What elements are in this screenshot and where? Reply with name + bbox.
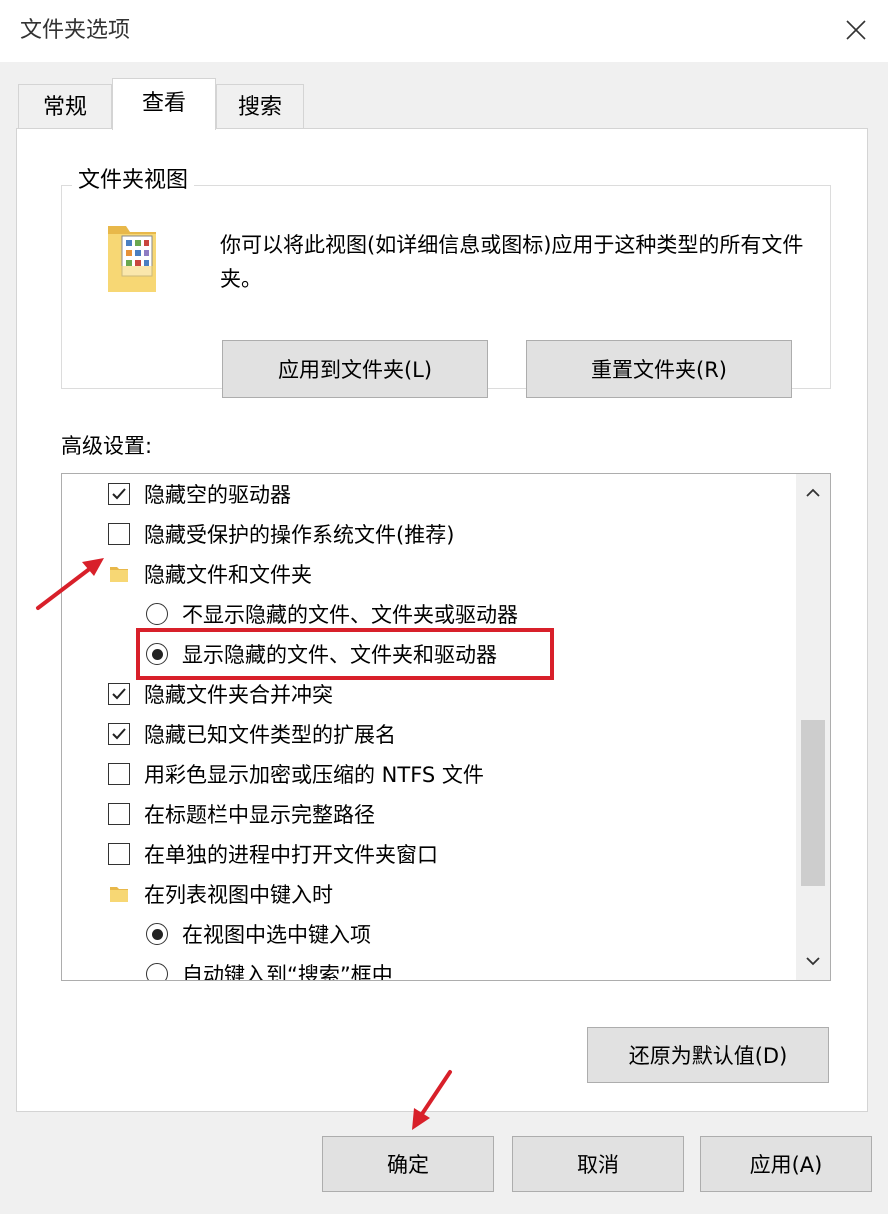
radio-unselected[interactable] xyxy=(146,963,168,980)
tree-item-label: 不显示隐藏的文件、文件夹或驱动器 xyxy=(182,603,518,627)
tab-search-label: 搜索 xyxy=(237,95,282,120)
checkbox-unchecked[interactable] xyxy=(108,523,130,545)
tree-item-label: 隐藏已知文件类型的扩展名 xyxy=(144,723,396,747)
annotation-highlight-box xyxy=(136,628,554,680)
tab-search[interactable]: 搜索 xyxy=(216,84,304,128)
tree-item-checkbox[interactable]: 隐藏已知文件类型的扩展名 xyxy=(108,714,396,754)
tab-view-label: 查看 xyxy=(141,91,186,116)
tree-item-label: 在列表视图中键入时 xyxy=(144,883,333,907)
tree-item-checkbox[interactable]: 用彩色显示加密或压缩的 NTFS 文件 xyxy=(108,754,484,794)
checkmark-icon xyxy=(112,488,126,500)
checkbox-checked[interactable] xyxy=(108,723,130,745)
folder-options-dialog: 文件夹选项 常规 查看 搜索 文件夹视图 你可以将此视图(如详细信息或图标)应用… xyxy=(0,0,888,1214)
tree-item-folder[interactable]: 在列表视图中键入时 xyxy=(108,874,333,914)
view-tab-panel: 文件夹视图 你可以将此视图(如详细信息或图标)应用于这种类型的所有文件夹。 应用… xyxy=(16,128,868,1112)
tree-item-checkbox[interactable]: 隐藏空的驱动器 xyxy=(108,474,291,514)
apply-to-folders-button[interactable]: 应用到文件夹(L) xyxy=(222,340,488,398)
radio-dot xyxy=(151,928,163,940)
annotation-arrow-icon xyxy=(36,558,104,610)
tree-item-label: 隐藏文件和文件夹 xyxy=(144,563,312,587)
advanced-settings-label: 高级设置: xyxy=(61,434,153,458)
restore-defaults-button[interactable]: 还原为默认值(D) xyxy=(587,1027,829,1083)
tree-scrollbar[interactable] xyxy=(796,474,830,980)
tree-item-label: 在视图中选中键入项 xyxy=(182,923,371,947)
checkbox-unchecked[interactable] xyxy=(108,763,130,785)
tree-item-checkbox[interactable]: 在标题栏中显示完整路径 xyxy=(108,794,375,834)
advanced-settings-tree[interactable]: 隐藏空的驱动器隐藏受保护的操作系统文件(推荐) 隐藏文件和文件夹不显示隐藏的文件、… xyxy=(61,473,831,981)
tree-item-label: 自动键入到“搜索”框中 xyxy=(182,963,393,981)
tree-item-label: 在标题栏中显示完整路径 xyxy=(144,803,375,827)
folder-view-icon xyxy=(104,220,160,302)
radio-unselected[interactable] xyxy=(146,603,168,625)
tree-item-radio[interactable]: 自动键入到“搜索”框中 xyxy=(146,954,393,981)
tree-item-label: 用彩色显示加密或压缩的 NTFS 文件 xyxy=(144,763,484,787)
tree-item-checkbox[interactable]: 在单独的进程中打开文件夹窗口 xyxy=(108,834,438,874)
tree-item-folder[interactable]: 隐藏文件和文件夹 xyxy=(108,554,312,594)
annotation-arrow-icon xyxy=(412,1070,452,1130)
chevron-up-icon xyxy=(806,488,820,497)
tree-item-label: 隐藏文件夹合并冲突 xyxy=(144,683,333,707)
folder-views-group: 文件夹视图 你可以将此视图(如详细信息或图标)应用于这种类型的所有文件夹。 应用… xyxy=(61,166,831,398)
checkmark-icon xyxy=(112,728,126,740)
checkbox-checked[interactable] xyxy=(108,683,130,705)
close-icon xyxy=(846,20,866,40)
checkmark-icon xyxy=(112,688,126,700)
tab-general[interactable]: 常规 xyxy=(18,84,112,128)
window-title: 文件夹选项 xyxy=(20,18,131,43)
apply-button[interactable]: 应用(A) xyxy=(700,1136,872,1192)
tab-view[interactable]: 查看 xyxy=(112,78,216,130)
folder-icon xyxy=(108,883,130,905)
scroll-thumb[interactable] xyxy=(801,720,825,886)
scroll-up-button[interactable] xyxy=(796,476,830,510)
chevron-down-icon xyxy=(806,957,820,966)
tree-item-checkbox[interactable]: 隐藏文件夹合并冲突 xyxy=(108,674,333,714)
ok-button[interactable]: 确定 xyxy=(322,1136,494,1192)
folder-views-description: 你可以将此视图(如详细信息或图标)应用于这种类型的所有文件夹。 xyxy=(220,233,804,291)
tree-item-label: 在单独的进程中打开文件夹窗口 xyxy=(144,843,438,867)
radio-selected[interactable] xyxy=(146,923,168,945)
tree-item-radio[interactable]: 在视图中选中键入项 xyxy=(146,914,371,954)
tab-general-label: 常规 xyxy=(42,95,87,120)
cancel-button[interactable]: 取消 xyxy=(512,1136,684,1192)
tree-item-label: 隐藏受保护的操作系统文件(推荐) xyxy=(144,523,455,547)
tree-item-checkbox[interactable]: 隐藏受保护的操作系统文件(推荐) xyxy=(108,514,454,554)
folder-icon xyxy=(108,563,130,585)
tree-item-label: 隐藏空的驱动器 xyxy=(144,483,291,507)
checkbox-unchecked[interactable] xyxy=(108,843,130,865)
close-button[interactable] xyxy=(838,10,874,50)
checkbox-checked[interactable] xyxy=(108,483,130,505)
title-bar[interactable]: 文件夹选项 xyxy=(0,0,888,62)
reset-folders-button[interactable]: 重置文件夹(R) xyxy=(526,340,792,398)
scroll-down-button[interactable] xyxy=(796,944,830,978)
folder-views-legend: 文件夹视图 xyxy=(72,166,195,196)
checkbox-unchecked[interactable] xyxy=(108,803,130,825)
